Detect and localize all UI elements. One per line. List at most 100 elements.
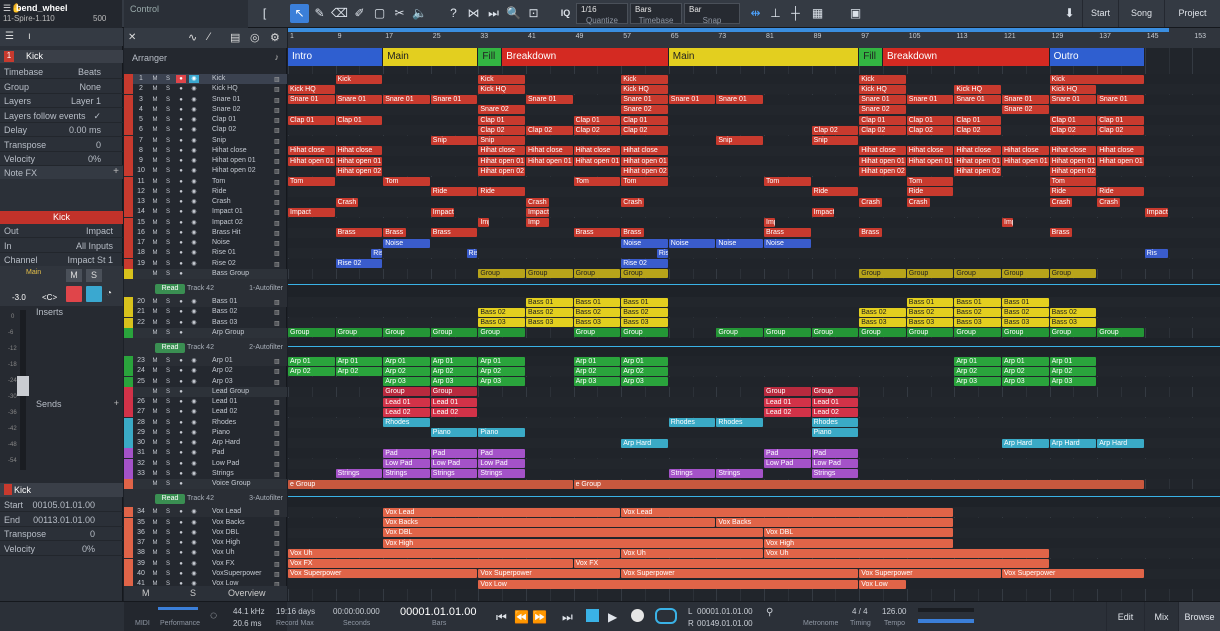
- clip[interactable]: Hihat open 01: [573, 156, 621, 166]
- track-record-button[interactable]: ●: [176, 249, 186, 257]
- track-record-button[interactable]: ●: [176, 429, 186, 437]
- track-row[interactable]: 2 M S ● ◉ Kick HQ ▥: [124, 84, 287, 95]
- group-clip[interactable]: Group: [573, 269, 621, 279]
- clip[interactable]: Vox Lead: [383, 507, 621, 517]
- track-row[interactable]: 10 M S ● ◉ Hihat open 02 ▥: [124, 166, 287, 177]
- clip[interactable]: Lead 01: [430, 397, 478, 407]
- clip[interactable]: Impact: [526, 207, 549, 217]
- clip[interactable]: Kick: [859, 74, 906, 84]
- track-record-button[interactable]: ●: [176, 419, 186, 427]
- group-clip[interactable]: Group: [1097, 328, 1144, 338]
- clip[interactable]: Vox High: [383, 538, 763, 548]
- clip[interactable]: Bass 02: [573, 307, 621, 317]
- track-row[interactable]: 26 M S ● ◉ Lead 01 ▥: [124, 397, 287, 407]
- clip[interactable]: Clap 02: [621, 125, 668, 135]
- track-record-button[interactable]: ●: [176, 539, 186, 547]
- clip[interactable]: Bass 02: [859, 307, 906, 317]
- track-row[interactable]: 13 M S ● ◉ Crash ▥: [124, 197, 287, 207]
- track-row[interactable]: 34 M S ● ◉ Vox Lead ▥: [124, 507, 287, 518]
- track-row[interactable]: 30 M S ● ◉ Arp Hard ▥: [124, 438, 287, 448]
- track-row[interactable]: 36 M S ● ◉ Vox DBL ▥: [124, 527, 287, 538]
- clip[interactable]: Ris: [371, 248, 383, 258]
- clip[interactable]: Ride: [811, 187, 859, 197]
- automation-lane[interactable]: [288, 338, 1220, 356]
- clip[interactable]: Clap 01: [859, 115, 906, 125]
- clip[interactable]: Low Pad: [383, 459, 430, 468]
- track-row[interactable]: 7 M S ● ◉ Snip ▥: [124, 135, 287, 146]
- track-mute-button[interactable]: M: [150, 106, 160, 114]
- clip[interactable]: Tom: [764, 177, 811, 186]
- group-clip[interactable]: Group: [764, 387, 811, 397]
- clip[interactable]: Tom: [906, 177, 954, 186]
- track-solo-button[interactable]: S: [163, 398, 173, 406]
- clip[interactable]: Bass 01: [573, 297, 621, 307]
- track-mute-button[interactable]: M: [150, 178, 160, 186]
- clip[interactable]: Clap 02: [478, 125, 525, 135]
- clip[interactable]: Snare 01: [716, 95, 763, 104]
- clip[interactable]: Bass 03: [859, 318, 906, 327]
- fast-forward-icon[interactable]: ⏩: [532, 610, 547, 624]
- track-solo-button[interactable]: S: [163, 229, 173, 237]
- clip[interactable]: Arp 02: [288, 366, 335, 376]
- clip[interactable]: Clap 01: [1097, 115, 1144, 125]
- track-monitor-button[interactable]: ◉: [189, 408, 199, 416]
- track-monitor-button[interactable]: ◉: [189, 429, 199, 437]
- group-clip[interactable]: Group: [1002, 328, 1049, 338]
- clip[interactable]: Low Pad: [811, 459, 859, 468]
- track-monitor-button[interactable]: ◉: [189, 378, 199, 386]
- clip[interactable]: Crash: [335, 197, 359, 207]
- track-row[interactable]: 1 M S ● ◉ Kick ▥: [124, 74, 287, 84]
- clip[interactable]: Crash: [526, 197, 549, 207]
- track-row[interactable]: 37 M S ● ◉ Vox High ▥: [124, 538, 287, 548]
- clip[interactable]: Clap 02: [1049, 125, 1097, 135]
- clip[interactable]: Bass 02: [1002, 307, 1049, 317]
- arranger-section[interactable]: Intro: [288, 48, 384, 66]
- track-solo-button[interactable]: S: [163, 429, 173, 437]
- monitor-icon[interactable]: [86, 286, 102, 302]
- track-record-button[interactable]: ●: [176, 157, 186, 165]
- transpose-tool-icon[interactable]: ⊡: [524, 4, 543, 23]
- clip[interactable]: Rhodes: [668, 418, 716, 427]
- clip[interactable]: Clap 01: [478, 115, 525, 125]
- clip[interactable]: Vox Uh: [764, 548, 1049, 558]
- split-tool-icon[interactable]: ✂: [390, 4, 409, 23]
- track-row[interactable]: 35 M S ● ◉ Vox Backs ▥: [124, 517, 287, 528]
- clip[interactable]: Pad: [764, 448, 811, 458]
- range-tool-icon[interactable]: ▢: [370, 4, 389, 23]
- track-mute-button[interactable]: M: [150, 549, 160, 557]
- iq-button[interactable]: IQ: [556, 4, 575, 23]
- clip[interactable]: Hihat close: [335, 146, 383, 156]
- group-track-row[interactable]: M S ● Bass Group: [124, 268, 287, 279]
- track-row[interactable]: 28 M S ● ◉ Rhodes ▥: [124, 417, 287, 428]
- clip[interactable]: Bass 02: [906, 307, 954, 317]
- edit-button[interactable]: Edit: [1106, 602, 1144, 631]
- clip[interactable]: Noise: [383, 238, 430, 248]
- clip[interactable]: Arp 03: [430, 377, 478, 386]
- clip[interactable]: Hihat open 01: [1049, 156, 1097, 166]
- track-monitor-button[interactable]: ◉: [189, 419, 199, 427]
- track-row[interactable]: 4 M S ● ◉ Snare 02 ▥: [124, 104, 287, 115]
- clip[interactable]: Arp 03: [621, 377, 668, 386]
- track-mute-button[interactable]: M: [150, 116, 160, 124]
- track-solo-button[interactable]: S: [163, 85, 173, 93]
- track-record-button[interactable]: ●: [176, 116, 186, 124]
- mix-button[interactable]: Mix: [1144, 602, 1178, 631]
- clip[interactable]: Hihat open 02: [954, 166, 1001, 176]
- clip[interactable]: Arp 03: [383, 377, 430, 386]
- clip[interactable]: Vox FX: [288, 559, 573, 568]
- start-button[interactable]: Start: [1082, 0, 1118, 27]
- track-record-button[interactable]: ●: [176, 85, 186, 93]
- track-monitor-button[interactable]: ◉: [189, 167, 199, 175]
- arranger-track-header[interactable]: Arranger ♪: [124, 50, 287, 64]
- clip[interactable]: Crash: [906, 197, 930, 207]
- clip[interactable]: Arp 01: [383, 356, 430, 366]
- clip[interactable]: Bass 03: [573, 318, 621, 327]
- track-mute-button[interactable]: M: [150, 96, 160, 104]
- clip[interactable]: Arp 02: [478, 366, 525, 376]
- group-track-row[interactable]: M S ● Voice Group: [124, 479, 287, 489]
- clip[interactable]: Bass 01: [1002, 297, 1049, 307]
- inspector-row-value[interactable]: 0: [96, 140, 101, 150]
- clip[interactable]: Snip: [716, 136, 763, 145]
- track-solo-button[interactable]: S: [163, 308, 173, 316]
- track-row[interactable]: 12 M S ● ◉ Ride ▥: [124, 186, 287, 197]
